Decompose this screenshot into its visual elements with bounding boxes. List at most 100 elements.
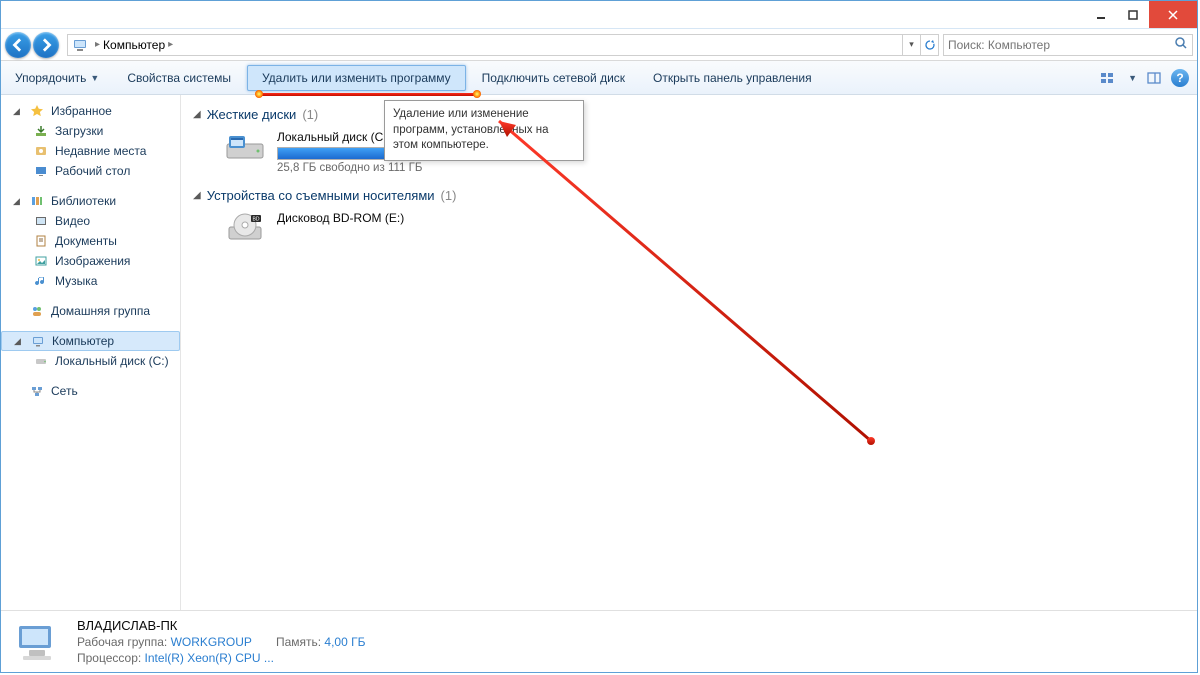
libraries-icon bbox=[29, 193, 45, 209]
sidebar-label: Локальный диск (C:) bbox=[55, 354, 169, 368]
computer-icon bbox=[13, 620, 61, 664]
chevron-down-icon: ▼ bbox=[1128, 73, 1137, 83]
pictures-icon bbox=[33, 253, 49, 269]
sidebar-item-local-disk-c[interactable]: Локальный диск (C:) bbox=[1, 351, 180, 371]
details-computer-name: ВЛАДИСЛАВ-ПК bbox=[77, 618, 365, 633]
sidebar-label: Рабочий стол bbox=[55, 164, 130, 178]
breadcrumb-computer[interactable]: Компьютер bbox=[103, 38, 165, 52]
sidebar-label: Изображения bbox=[55, 254, 130, 268]
sidebar-item-network[interactable]: Сеть bbox=[1, 381, 180, 401]
sidebar-label: Избранное bbox=[51, 104, 112, 118]
drive-label: Дисковод BD-ROM (E:) bbox=[277, 211, 404, 225]
window-title-bar bbox=[1, 1, 1197, 29]
homegroup-icon bbox=[29, 303, 45, 319]
content-pane: ◢ Жесткие диски (1) Локальный диск (C:) … bbox=[181, 95, 1197, 610]
sidebar-label: Загрузки bbox=[55, 124, 103, 138]
desktop-icon bbox=[33, 163, 49, 179]
star-icon bbox=[29, 103, 45, 119]
memory-label: Память: bbox=[276, 635, 321, 649]
sidebar-item-favorites[interactable]: ◢ Избранное bbox=[1, 101, 180, 121]
organize-label: Упорядочить bbox=[15, 71, 86, 85]
back-button[interactable] bbox=[5, 32, 31, 58]
sidebar-item-desktop[interactable]: Рабочий стол bbox=[1, 161, 180, 181]
network-icon bbox=[29, 383, 45, 399]
group-header-hdd[interactable]: ◢ Жесткие диски (1) bbox=[193, 107, 1185, 122]
sidebar-item-pictures[interactable]: Изображения bbox=[1, 251, 180, 271]
uninstall-program-button[interactable]: Удалить или изменить программу bbox=[247, 65, 466, 91]
collapse-icon: ◢ bbox=[13, 196, 23, 207]
refresh-button[interactable] bbox=[920, 35, 938, 55]
annotation-underline bbox=[259, 93, 477, 96]
documents-icon bbox=[33, 233, 49, 249]
collapse-icon: ◢ bbox=[193, 109, 201, 120]
annotation-dot bbox=[255, 90, 263, 98]
system-properties-button[interactable]: Свойства системы bbox=[113, 61, 245, 94]
group-header-removable[interactable]: ◢ Устройства со съемными носителями (1) bbox=[193, 188, 1185, 203]
computer-icon bbox=[72, 37, 88, 53]
organize-menu[interactable]: Упорядочить ▼ bbox=[1, 61, 113, 94]
sidebar-item-documents[interactable]: Документы bbox=[1, 231, 180, 251]
explorer-window: ▸ Компьютер ▸ ▾ Упорядочить ▼ Свойства с… bbox=[0, 0, 1198, 673]
cpu-label: Процессор: bbox=[77, 651, 141, 665]
sidebar-item-music[interactable]: Музыка bbox=[1, 271, 180, 291]
sidebar-label: Музыка bbox=[55, 274, 97, 288]
forward-button[interactable] bbox=[33, 32, 59, 58]
search-input[interactable] bbox=[948, 38, 1174, 52]
hard-drive-icon bbox=[223, 130, 267, 166]
address-bar-row: ▸ Компьютер ▸ ▾ bbox=[1, 29, 1197, 61]
preview-pane-button[interactable] bbox=[1145, 69, 1163, 87]
sidebar-item-homegroup[interactable]: Домашняя группа bbox=[1, 301, 180, 321]
sidebar-item-computer[interactable]: ◢ Компьютер bbox=[1, 331, 180, 351]
minimize-button[interactable] bbox=[1085, 1, 1117, 28]
sidebar-label: Библиотеки bbox=[51, 194, 116, 208]
group-count: (1) bbox=[302, 107, 318, 122]
map-network-drive-button[interactable]: Подключить сетевой диск bbox=[468, 61, 639, 94]
tooltip-uninstall: Удаление или изменение программ, установ… bbox=[384, 100, 584, 161]
group-title: Жесткие диски bbox=[207, 107, 297, 122]
sidebar-label: Компьютер bbox=[52, 334, 114, 348]
collapse-icon: ◢ bbox=[193, 190, 201, 201]
memory-value: 4,00 ГБ bbox=[324, 635, 365, 649]
sidebar-item-videos[interactable]: Видео bbox=[1, 211, 180, 231]
sidebar-label: Видео bbox=[55, 214, 90, 228]
view-options-button[interactable] bbox=[1098, 69, 1116, 87]
collapse-icon: ◢ bbox=[14, 336, 24, 347]
collapse-icon: ◢ bbox=[13, 106, 23, 117]
breadcrumb-history-dropdown[interactable]: ▾ bbox=[902, 35, 920, 55]
recent-icon bbox=[33, 143, 49, 159]
search-box[interactable] bbox=[943, 34, 1193, 56]
details-pane: ВЛАДИСЛАВ-ПК Рабочая группа: WORKGROUP П… bbox=[1, 610, 1197, 672]
sidebar-item-libraries[interactable]: ◢ Библиотеки bbox=[1, 191, 180, 211]
computer-icon bbox=[30, 333, 46, 349]
sidebar-item-downloads[interactable]: Загрузки bbox=[1, 121, 180, 141]
breadcrumb[interactable]: ▸ Компьютер ▸ ▾ bbox=[67, 34, 939, 56]
workgroup-value: WORKGROUP bbox=[171, 635, 252, 649]
explorer-body: ◢ Избранное Загрузки Недавние места Рабо… bbox=[1, 95, 1197, 610]
sidebar-item-recent[interactable]: Недавние места bbox=[1, 141, 180, 161]
music-icon bbox=[33, 273, 49, 289]
help-button[interactable]: ? bbox=[1171, 69, 1189, 87]
window-controls bbox=[1085, 1, 1197, 28]
cpu-value: Intel(R) Xeon(R) CPU ... bbox=[145, 651, 274, 665]
sidebar-label: Домашняя группа bbox=[51, 304, 150, 318]
sidebar-label: Документы bbox=[55, 234, 117, 248]
maximize-button[interactable] bbox=[1117, 1, 1149, 28]
open-control-panel-button[interactable]: Открыть панель управления bbox=[639, 61, 826, 94]
downloads-icon bbox=[33, 123, 49, 139]
close-button[interactable] bbox=[1149, 1, 1197, 28]
drive-local-c[interactable]: Локальный диск (C:) 25,8 ГБ свободно из … bbox=[223, 130, 1185, 174]
bdrom-drive-icon: BD bbox=[223, 211, 267, 247]
workgroup-label: Рабочая группа: bbox=[77, 635, 167, 649]
navigation-pane: ◢ Избранное Загрузки Недавние места Рабо… bbox=[1, 95, 181, 610]
sidebar-label: Сеть bbox=[51, 384, 78, 398]
annotation-dot bbox=[473, 90, 481, 98]
group-title: Устройства со съемными носителями bbox=[207, 188, 435, 203]
svg-text:BD: BD bbox=[253, 217, 260, 223]
drive-icon bbox=[33, 353, 49, 369]
video-icon bbox=[33, 213, 49, 229]
chevron-down-icon: ▼ bbox=[90, 73, 99, 83]
free-space-text: 25,8 ГБ свободно из 111 ГБ bbox=[277, 162, 457, 174]
chevron-right-icon: ▸ bbox=[168, 39, 173, 50]
drive-bdrom-e[interactable]: BD Дисковод BD-ROM (E:) bbox=[223, 211, 1185, 247]
sidebar-label: Недавние места bbox=[55, 144, 146, 158]
